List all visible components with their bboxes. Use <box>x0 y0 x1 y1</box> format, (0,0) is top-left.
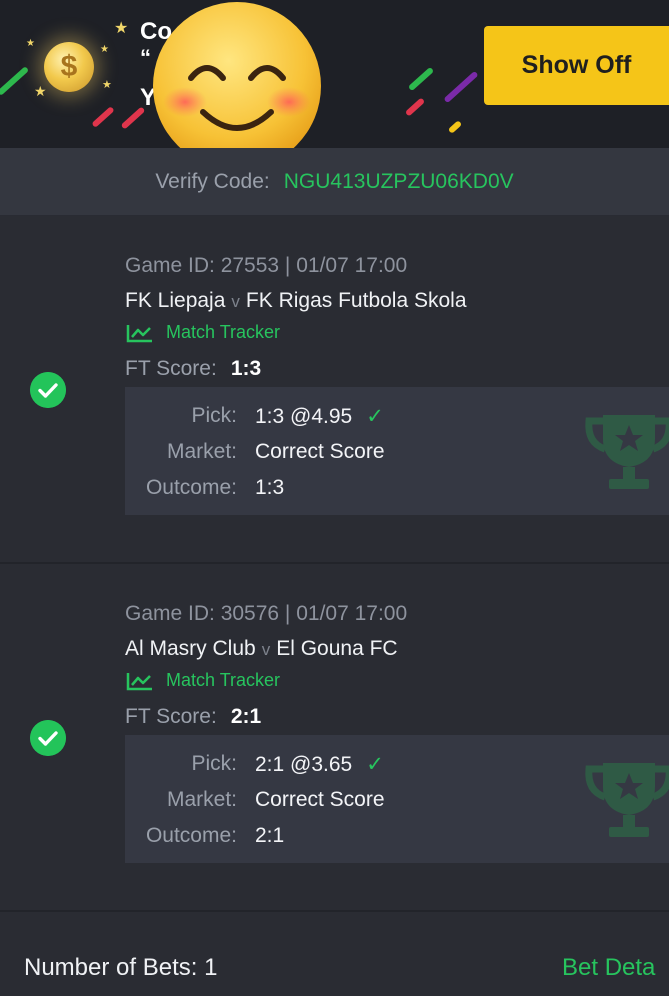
match-tracker-label: Match Tracker <box>166 322 281 342</box>
star-icon: ★ <box>102 78 112 91</box>
match-tracker-link[interactable]: Match Tracker <box>126 670 280 691</box>
ft-score: FT Score: 2:1 <box>125 705 261 729</box>
show-off-button[interactable]: Show Off <box>484 26 669 105</box>
star-icon: ★ <box>34 84 47 100</box>
number-of-bets: Number of Bets: 1 <box>24 954 218 981</box>
bet-card: Game ID: 27553 | 01/07 17:00 FK Liepaja v… <box>0 216 669 562</box>
trophy-icon <box>585 415 669 489</box>
home-team: Al Masry Club <box>125 637 256 660</box>
pick-value: 1:3 @4.95 <box>255 405 353 428</box>
smiling-face-emoji <box>153 2 321 148</box>
outcome-label: Outcome: <box>145 476 237 499</box>
star-icon: ★ <box>100 44 109 55</box>
checkmark-icon: ✓ <box>366 404 384 428</box>
outcome-value: 1:3 <box>255 476 285 499</box>
confetti-streak <box>404 97 426 117</box>
match-tracker-link[interactable]: Match Tracker <box>126 322 280 343</box>
market-value: Correct Score <box>255 440 385 463</box>
line-chart-icon <box>126 324 152 342</box>
bet-detail-panel: Pick: 2:1 @3.65 ✓ Market: Correct Score O… <box>125 735 669 863</box>
star-icon: ★ <box>26 38 35 49</box>
verify-code-label: Verify Code: <box>155 169 270 193</box>
market-label: Market: <box>166 788 237 811</box>
market-value: Correct Score <box>255 788 385 811</box>
versus-label: v <box>261 640 271 659</box>
versus-label: v <box>231 292 240 311</box>
checkmark-icon: ✓ <box>366 752 384 776</box>
check-circle-icon <box>30 372 66 408</box>
bet-card: Game ID: 30576 | 01/07 17:00 Al Masry Cl… <box>0 564 669 910</box>
verify-code-bar: Verify Code: NGU413UZPZU06KD0V <box>0 148 669 215</box>
trophy-icon <box>585 763 669 837</box>
confetti-streak <box>407 66 435 92</box>
bet-detail-panel: Pick: 1:3 @4.95 ✓ Market: Correct Score O… <box>125 387 669 515</box>
game-id: Game ID: 27553 | 01/07 17:00 <box>125 254 408 277</box>
check-circle-icon <box>30 720 66 756</box>
confetti-streak <box>443 70 479 104</box>
confetti-streak <box>91 106 115 128</box>
confetti-streak <box>447 120 463 134</box>
verify-code-value[interactable]: NGU413UZPZU06KD0V <box>284 170 514 194</box>
match-teams: FK Liepaja v FK Rigas Futbola Skola <box>125 289 467 313</box>
away-team: FK Rigas Futbola Skola <box>245 289 467 312</box>
ft-score-value: 1:3 <box>230 357 262 380</box>
ft-score: FT Score: 1:3 <box>125 357 261 381</box>
confetti-streak <box>0 66 30 96</box>
pick-value: 2:1 @3.65 <box>255 753 353 776</box>
home-team: FK Liepaja <box>125 289 226 312</box>
market-label: Market: <box>166 440 237 463</box>
outcome-label: Outcome: <box>145 824 237 847</box>
ft-score-label: FT Score: <box>125 705 217 728</box>
dollar-coin-icon: $ <box>44 42 94 92</box>
game-id: Game ID: 30576 | 01/07 17:00 <box>125 602 408 625</box>
ft-score-value: 2:1 <box>230 705 262 728</box>
match-teams: Al Masry Club v El Gouna FC <box>125 637 398 661</box>
away-team: El Gouna FC <box>276 637 398 660</box>
bet-details-link[interactable]: Bet Deta <box>562 954 655 982</box>
bets-footer: Number of Bets: 1 Bet Deta <box>0 912 669 996</box>
line-chart-icon <box>126 672 152 690</box>
ft-score-label: FT Score: <box>125 357 217 380</box>
share-banner: ★ ★ ★ ★ ★ $ Co ons! “ Y ng! Show Off <box>0 0 669 148</box>
pick-label: Pick: <box>191 404 237 427</box>
pick-label: Pick: <box>191 752 237 775</box>
star-icon: ★ <box>114 18 129 37</box>
outcome-value: 2:1 <box>255 824 285 847</box>
match-tracker-label: Match Tracker <box>166 670 281 690</box>
